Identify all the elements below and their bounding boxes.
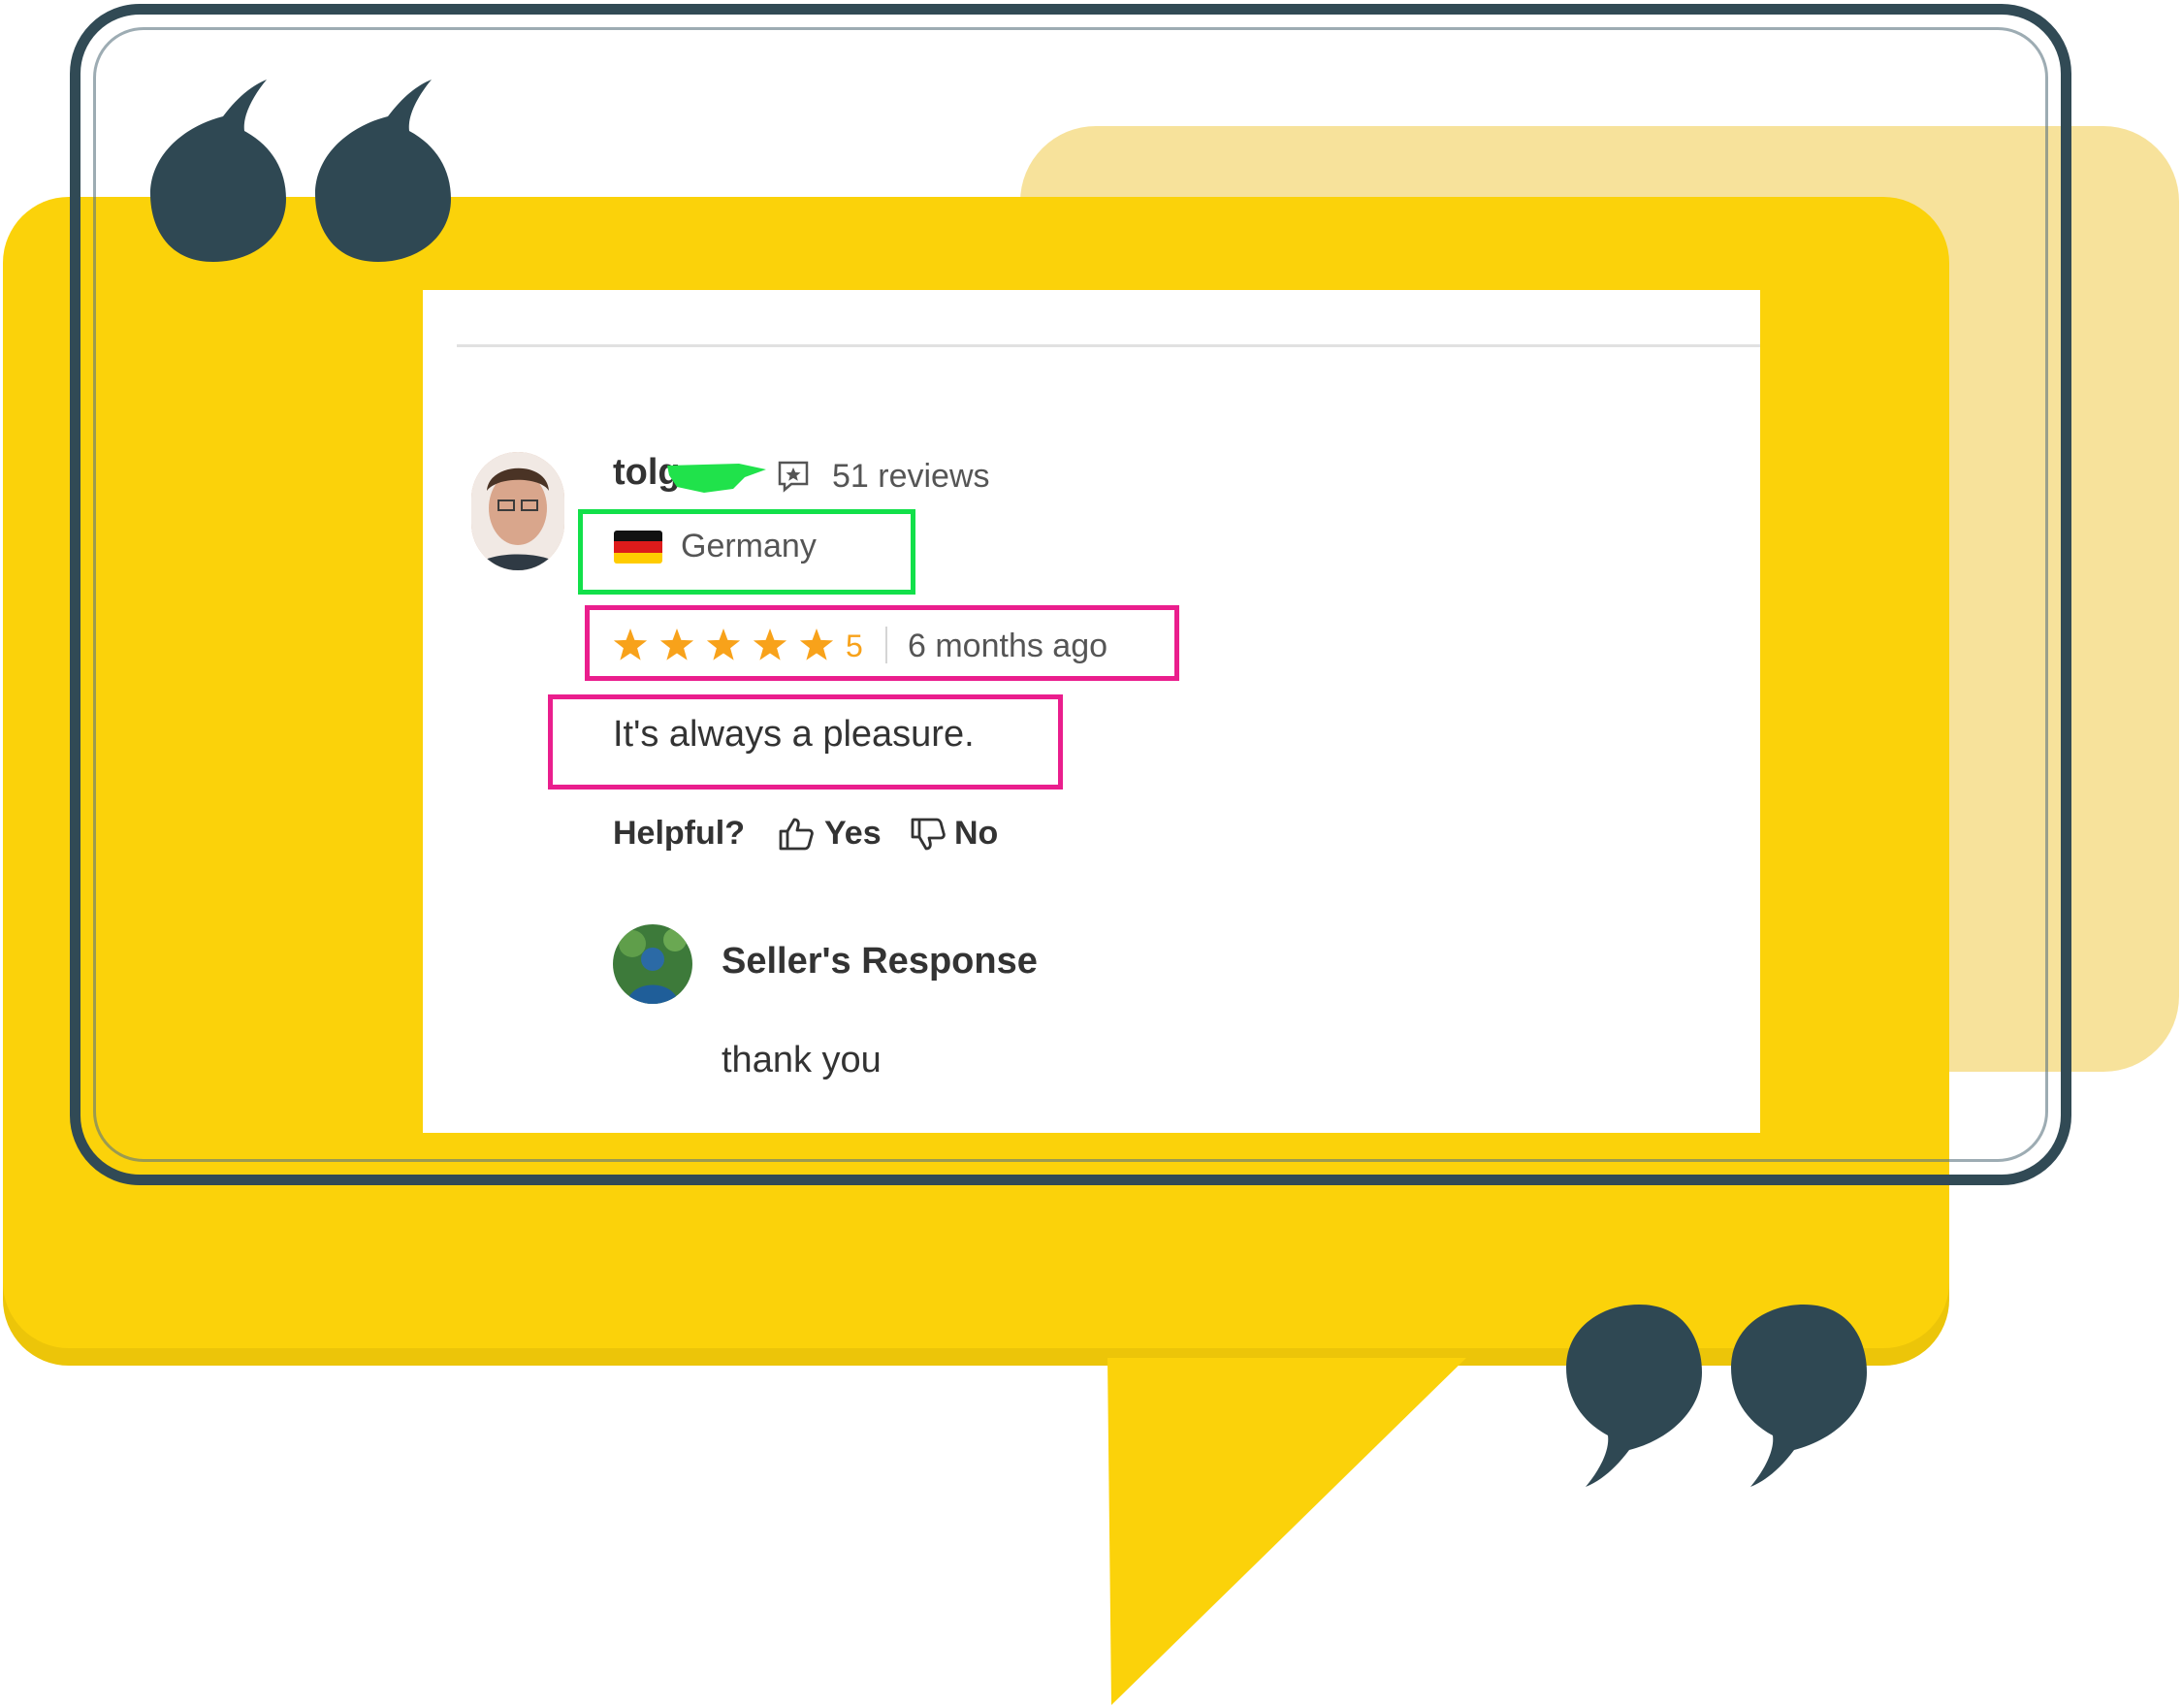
- quote-close-icon: [1566, 1305, 1867, 1487]
- review-age: 6 months ago: [908, 628, 1108, 664]
- review-badge-icon: [778, 461, 809, 493]
- star-icon: [706, 628, 741, 661]
- rating-separator: [885, 627, 887, 663]
- quote-open-icon: [150, 80, 451, 262]
- divider: [457, 344, 1760, 347]
- star-icon: [659, 628, 694, 661]
- redaction-mark: [667, 464, 766, 493]
- star-icon: [753, 628, 787, 661]
- seller-avatar: [613, 924, 692, 1004]
- seller-response-text: thank you: [722, 1040, 882, 1080]
- review-text: It's always a pleasure.: [613, 714, 975, 755]
- reviewer-avatar: [471, 452, 564, 570]
- helpful-label: Helpful?: [613, 815, 745, 852]
- helpful-yes-button[interactable]: Yes: [824, 815, 882, 853]
- star-rating: [613, 628, 834, 661]
- seller-response-title: Seller's Response: [722, 941, 1038, 982]
- germany-flag-icon: [614, 531, 662, 564]
- helpful-no-button[interactable]: No: [954, 815, 998, 853]
- reviews-count[interactable]: 51 reviews: [832, 458, 990, 496]
- reviewer-country: Germany: [681, 528, 817, 564]
- star-icon: [799, 628, 834, 661]
- rating-value: 5: [846, 628, 863, 663]
- thumbs-down-icon[interactable]: [910, 817, 947, 852]
- star-icon: [613, 628, 648, 661]
- thumbs-up-icon[interactable]: [778, 817, 815, 852]
